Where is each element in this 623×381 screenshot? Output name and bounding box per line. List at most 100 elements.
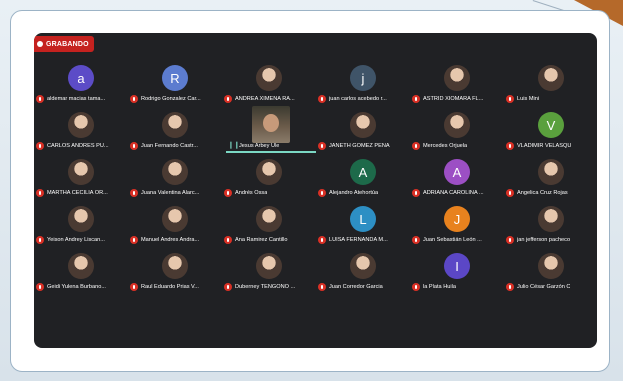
mic-off-icon xyxy=(318,282,326,291)
participant-avatar: a xyxy=(68,65,94,91)
participant-avatar xyxy=(350,253,376,279)
participant-tile[interactable]: Andrés Ossa xyxy=(222,153,316,200)
mic-off-icon xyxy=(36,94,44,103)
mic-off-icon xyxy=(412,282,420,291)
participant-name-row: ADRIANA CAROLINA ... xyxy=(412,188,502,197)
participant-avatar xyxy=(538,253,564,279)
participant-avatar: A xyxy=(444,159,470,185)
mic-off-icon xyxy=(506,282,514,291)
participant-tile[interactable]: Raul Eduardo Prias V... xyxy=(128,247,222,294)
mic-off-icon xyxy=(130,188,138,197)
mic-off-icon xyxy=(318,94,326,103)
participant-avatar xyxy=(68,206,94,232)
mic-off-icon xyxy=(318,235,326,244)
mic-off-icon xyxy=(506,141,514,150)
participant-name-row: Ana Ramirez Cantillo xyxy=(224,235,314,244)
participant-tile[interactable]: Julio César Garzón C xyxy=(504,247,597,294)
mic-off-icon xyxy=(36,141,44,150)
participant-name: aldemar macias tama... xyxy=(47,95,106,102)
participant-tile[interactable]: Mercedes Orjuela xyxy=(410,106,504,153)
participant-name-row: Juan Fernando Castr... xyxy=(130,141,220,150)
meeting-window: GRABANDO a aldemar macias tama... R Rodrigo… xyxy=(34,33,597,348)
participant-name: la Plata Huila xyxy=(423,283,456,290)
mic-off-icon xyxy=(318,188,326,197)
participant-tile[interactable]: Manuel Andres Andra... xyxy=(128,200,222,247)
participant-tile[interactable]: ❙❙ Jesus Arbey Ule xyxy=(222,106,316,153)
participant-tile[interactable]: A ADRIANA CAROLINA ... xyxy=(410,153,504,200)
participant-name-row: Yeison Andrey Liscan... xyxy=(36,235,126,244)
participant-avatar: L xyxy=(350,206,376,232)
participant-tile[interactable]: L LUISA FERNANDA M... xyxy=(316,200,410,247)
participant-tile[interactable]: Juan Fernando Castr... xyxy=(128,106,222,153)
participant-tile[interactable]: Duberney TENGONO ... xyxy=(222,247,316,294)
mic-off-icon xyxy=(318,141,326,150)
participant-tile[interactable]: R Rodrigo Gonzalez Car... xyxy=(128,59,222,106)
participant-tile[interactable]: Luis Mini xyxy=(504,59,597,106)
participant-video xyxy=(252,106,290,143)
participant-tile[interactable]: J Juan Sebastián León ... xyxy=(410,200,504,247)
participant-name: Raul Eduardo Prias V... xyxy=(141,283,199,290)
mic-off-icon xyxy=(506,235,514,244)
participant-avatar xyxy=(162,112,188,138)
recording-label: GRABANDO xyxy=(46,40,89,48)
participant-name: Juana Valentina Alarc... xyxy=(141,189,200,196)
mic-off-icon xyxy=(224,282,232,291)
participant-name: Yeison Andrey Liscan... xyxy=(47,236,105,243)
participant-name-row: MARTHA CECILIA OR... xyxy=(36,188,126,197)
participant-tile[interactable]: JANETH GOMEZ PEÑA xyxy=(316,106,410,153)
participant-avatar xyxy=(444,112,470,138)
mic-off-icon xyxy=(412,94,420,103)
participant-tile[interactable]: jan jefferson pacheco xyxy=(504,200,597,247)
participant-name-row: Duberney TENGONO ... xyxy=(224,282,314,291)
participant-tile[interactable]: Angelica Cruz Rojas xyxy=(504,153,597,200)
participant-avatar xyxy=(538,206,564,232)
participant-tile[interactable]: Ila Plata Huila xyxy=(410,247,504,294)
participant-tile[interactable]: A Alejandro Atehortúa xyxy=(316,153,410,200)
participant-tile[interactable]: CARLOS ANDRES PU... xyxy=(34,106,128,153)
participant-name-row: aldemar macias tama... xyxy=(36,94,126,103)
participant-avatar xyxy=(444,65,470,91)
participant-avatar xyxy=(256,65,282,91)
participant-name-row: VLADIMIR VELASQU xyxy=(506,141,596,150)
participant-name: LUISA FERNANDA M... xyxy=(329,236,388,243)
participant-tile[interactable]: j juan carlos acebedo r... xyxy=(316,59,410,106)
participant-name-row: Mercedes Orjuela xyxy=(412,141,502,150)
participant-tile[interactable]: Juan Corredor Garcia xyxy=(316,247,410,294)
participant-name: Jesus Arbey Ule xyxy=(239,142,280,149)
participant-name: Duberney TENGONO ... xyxy=(235,283,296,290)
participant-tile[interactable]: V VLADIMIR VELASQU xyxy=(504,106,597,153)
recording-badge[interactable]: GRABANDO xyxy=(34,36,94,52)
participant-tile[interactable]: MARTHA CECILIA OR... xyxy=(34,153,128,200)
participant-avatar xyxy=(162,206,188,232)
participant-avatar xyxy=(162,159,188,185)
participant-tile[interactable]: Ana Ramirez Cantillo xyxy=(222,200,316,247)
participant-name-row: juan carlos acebedo r... xyxy=(318,94,408,103)
participant-name-row: LUISA FERNANDA M... xyxy=(318,235,408,244)
participant-name-row: Juana Valentina Alarc... xyxy=(130,188,220,197)
participant-tile[interactable]: Yeison Andrey Liscan... xyxy=(34,200,128,247)
participant-avatar: j xyxy=(350,65,376,91)
participant-name: CARLOS ANDRES PU... xyxy=(47,142,109,149)
participant-name: Juan Sebastián León ... xyxy=(423,236,482,243)
participant-avatar xyxy=(350,112,376,138)
mic-off-icon xyxy=(506,188,514,197)
participant-name: Luis Mini xyxy=(517,95,540,102)
participant-tile[interactable]: a aldemar macias tama... xyxy=(34,59,128,106)
participant-avatar xyxy=(68,112,94,138)
participant-avatar xyxy=(256,159,282,185)
participant-tile[interactable]: ASTRID XIOMARA FL... xyxy=(410,59,504,106)
mic-off-icon xyxy=(412,141,420,150)
mic-off-icon xyxy=(224,235,232,244)
participant-name-row: jan jefferson pacheco xyxy=(506,235,596,244)
participant-avatar xyxy=(68,253,94,279)
mic-off-icon xyxy=(130,235,138,244)
participant-name: juan carlos acebedo r... xyxy=(329,95,387,102)
participant-name: Angelica Cruz Rojas xyxy=(517,189,568,196)
participant-tile[interactable]: ANDREA XIMENA RA... xyxy=(222,59,316,106)
participant-name-row: ANDREA XIMENA RA... xyxy=(224,94,314,103)
mic-off-icon xyxy=(224,188,232,197)
mic-off-icon xyxy=(224,94,232,103)
participant-name: Geidi Yulena Burbano... xyxy=(47,283,106,290)
participant-tile[interactable]: Juana Valentina Alarc... xyxy=(128,153,222,200)
participant-tile[interactable]: Geidi Yulena Burbano... xyxy=(34,247,128,294)
